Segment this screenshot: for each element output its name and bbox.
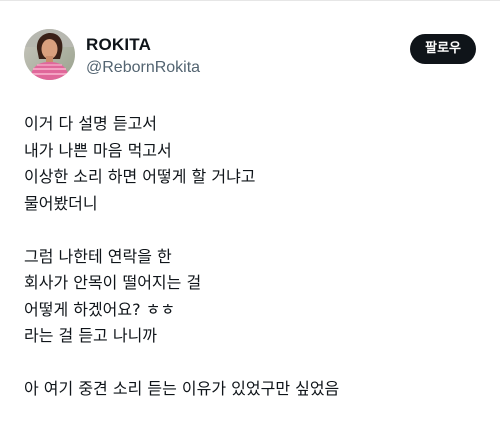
tweet-text: 이거 다 설명 듣고서 내가 나쁜 마음 먹고서 이상한 소리 하면 어떻게 할… — [24, 111, 476, 403]
tweet-paragraph: 아 여기 중견 소리 듣는 이유가 있었구만 싶었음 — [24, 376, 476, 403]
tweet-paragraph: 그럼 나한테 연락을 한 회사가 안목이 떨어지는 걸 어떻게 하겠어요? ㅎㅎ… — [24, 244, 476, 350]
avatar-image — [24, 29, 75, 80]
author-name-block: ROKITA @RebornRokita — [86, 35, 200, 78]
tweet-line: 이거 다 설명 듣고서 — [24, 114, 158, 133]
tweet-line: 그럼 나한테 연락을 한 — [24, 246, 172, 266]
tweet-line: 아 여기 중견 소리 듣는 이유가 있었구만 싶었음 — [24, 379, 340, 398]
tweet-paragraph: 이거 다 설명 듣고서 내가 나쁜 마음 먹고서 이상한 소리 하면 어떻게 할… — [24, 111, 476, 217]
follow-button[interactable]: 팔로우 — [410, 34, 476, 64]
tweet-line: 이상한 소리 하면 어떻게 할 거냐고 — [24, 167, 256, 186]
tweet-line: 내가 나쁜 마음 먹고서 — [24, 140, 172, 160]
author-handle[interactable]: @RebornRokita — [86, 58, 200, 78]
tweet-line: 회사가 안목이 떨어지는 걸 — [24, 273, 202, 292]
tweet-line: 어떻게 하겠어요? ㅎㅎ — [24, 299, 176, 319]
top-divider — [0, 0, 500, 1]
tweet-line: 물어봤더니 — [24, 193, 98, 213]
tweet-line: 라는 걸 듣고 나니까 — [24, 326, 158, 345]
author-display-name[interactable]: ROKITA — [86, 35, 200, 55]
avatar[interactable] — [24, 29, 75, 80]
tweet-header: ROKITA @RebornRokita 팔로우 — [24, 25, 476, 83]
